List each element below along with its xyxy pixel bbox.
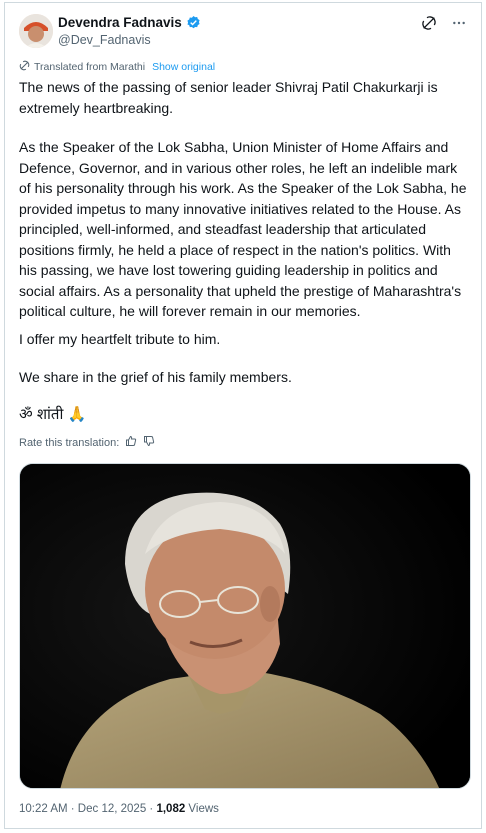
thumbs-up-icon[interactable] bbox=[125, 435, 137, 450]
tweet-card: Devendra Fadnavis @Dev_Fadnavis Translat… bbox=[4, 2, 482, 829]
grok-icon[interactable] bbox=[421, 15, 437, 31]
paragraph-4: We share in the grief of his family memb… bbox=[19, 369, 292, 385]
translation-note: Translated from Marathi Show original bbox=[19, 60, 215, 74]
paragraph-5: ॐ शांती 🙏 bbox=[19, 406, 87, 423]
paragraph-3: I offer my heartfelt tribute to him. bbox=[19, 331, 221, 347]
author-name[interactable]: Devendra Fadnavis bbox=[58, 15, 182, 30]
tweet-meta: 10:22 AM · Dec 12, 2025 · 1,082 Views bbox=[19, 803, 219, 815]
rate-label: Rate this translation: bbox=[19, 436, 120, 449]
paragraph-1: The news of the passing of senior leader… bbox=[19, 79, 438, 116]
tweet-header: Devendra Fadnavis @Dev_Fadnavis bbox=[19, 11, 471, 51]
translation-label: Translated from Marathi bbox=[34, 61, 146, 73]
views-label: Views bbox=[185, 803, 219, 815]
thumbs-down-icon[interactable] bbox=[143, 435, 155, 450]
show-original-link[interactable]: Show original bbox=[152, 61, 215, 73]
more-icon[interactable] bbox=[451, 15, 467, 31]
author-handle[interactable]: @Dev_Fadnavis bbox=[58, 33, 151, 47]
paragraph-2: As the Speaker of the Lok Sabha, Union M… bbox=[19, 139, 467, 319]
post-image[interactable] bbox=[19, 463, 471, 789]
author-name-row[interactable]: Devendra Fadnavis bbox=[58, 15, 201, 30]
view-count: 1,082 bbox=[156, 803, 186, 815]
header-actions bbox=[421, 15, 467, 31]
rate-translation: Rate this translation: bbox=[19, 435, 155, 450]
timestamp[interactable]: 10:22 AM · Dec 12, 2025 · bbox=[19, 803, 156, 815]
avatar[interactable] bbox=[19, 14, 53, 48]
translate-icon bbox=[19, 60, 30, 74]
verified-badge-icon bbox=[186, 15, 201, 30]
